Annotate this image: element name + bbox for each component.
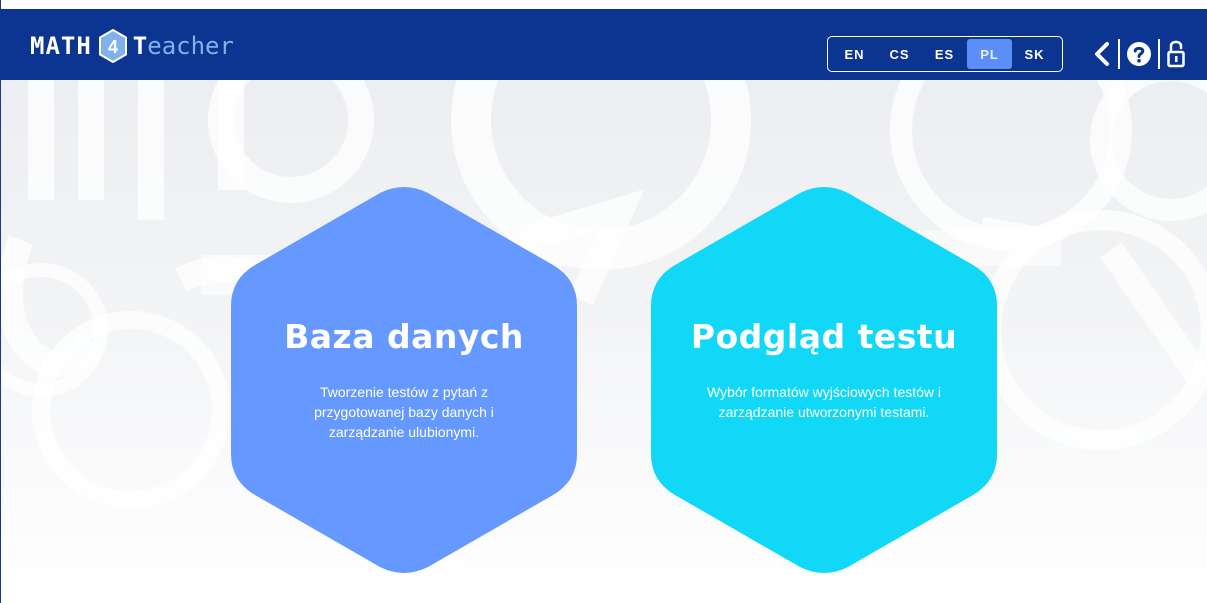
logo-teacher-text: Teacher: [133, 32, 234, 60]
lang-es-button[interactable]: ES: [922, 39, 967, 69]
app-logo[interactable]: MATH 4 Teacher: [30, 29, 234, 63]
lang-sk-button[interactable]: SK: [1012, 39, 1057, 69]
test-preview-card-title: Podgląd testu: [690, 317, 958, 356]
header-divider: [1158, 39, 1160, 69]
background-shapes: [1, 80, 1207, 603]
lang-pl-button[interactable]: PL: [967, 39, 1012, 69]
help-icon[interactable]: [1126, 36, 1152, 72]
logo-t-letter: T: [132, 32, 148, 60]
header-divider: [1118, 39, 1120, 69]
top-navbar: MATH 4 Teacher EN CS ES PL SK: [0, 9, 1207, 80]
database-card-title: Baza danych: [284, 317, 524, 356]
logo-hexagon-icon: 4: [97, 29, 129, 63]
back-icon[interactable]: [1092, 36, 1112, 72]
test-preview-card-content: Podgląd testu Wybór formatów wyjściowych…: [650, 186, 998, 574]
database-card[interactable]: Baza danych Tworzenie testów z pytań z p…: [230, 186, 578, 574]
language-switcher: EN CS ES PL SK: [827, 36, 1063, 72]
logo-teacher-rest: eacher: [147, 32, 234, 60]
logo-digit: 4: [108, 37, 118, 57]
database-card-description: Tworzenie testów z pytań z przygotowanej…: [314, 384, 494, 440]
lock-icon[interactable]: [1166, 36, 1186, 72]
database-card-content: Baza danych Tworzenie testów z pytań z p…: [230, 186, 578, 574]
test-preview-card[interactable]: Podgląd testu Wybór formatów wyjściowych…: [650, 186, 998, 574]
lang-cs-button[interactable]: CS: [877, 39, 922, 69]
lang-en-button[interactable]: EN: [832, 39, 877, 69]
background-watermark: [1, 80, 1207, 603]
test-preview-card-description: Wybór formatów wyjściowych testów i zarz…: [706, 384, 942, 420]
logo-math-text: MATH: [30, 32, 92, 60]
header-actions: [1092, 36, 1186, 72]
